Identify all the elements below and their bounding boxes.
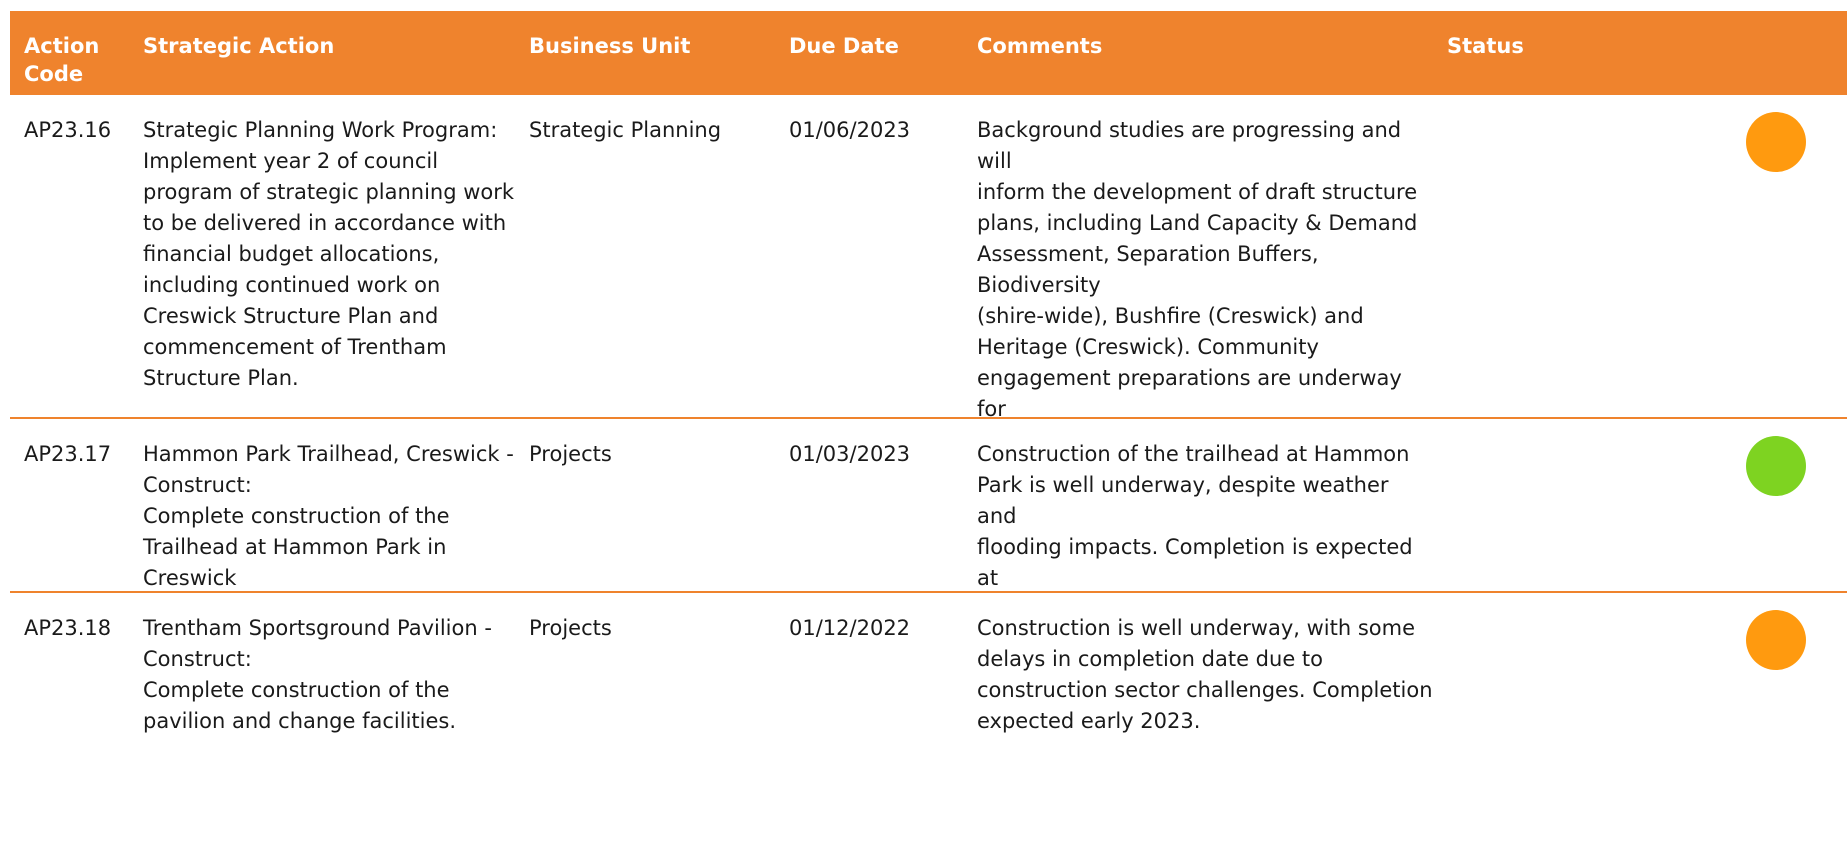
cell-comments: Construction of the trailhead at Hammon …	[977, 442, 1413, 590]
cell-due-date: 01/03/2023	[789, 442, 911, 466]
table-header: Action Code Strategic Action Business Un…	[10, 11, 1847, 95]
cell-action-code: AP23.16	[24, 118, 112, 142]
cell-action-code: AP23.18	[24, 616, 112, 640]
cell-strategic-action: Hammon Park Trailhead, Creswick - Constr…	[143, 442, 514, 590]
cell-comments: Construction is well underway, with some…	[977, 616, 1433, 733]
cell-strategic-action: Strategic Planning Work Program: Impleme…	[143, 118, 515, 390]
cell-due-date: 01/06/2023	[789, 118, 911, 142]
header-action-code: Action Code	[24, 34, 100, 86]
status-indicator-icon	[1746, 112, 1806, 172]
cell-business-unit: Projects	[529, 442, 612, 466]
status-indicator-icon	[1746, 610, 1806, 670]
cell-due-date: 01/12/2022	[789, 616, 911, 640]
header-strategic-action: Strategic Action	[143, 34, 335, 58]
table-row: AP23.18 Trentham Sportsground Pavilion -…	[10, 593, 1847, 863]
cell-comments: Background studies are progressing and w…	[977, 118, 1418, 417]
header-status: Status	[1447, 34, 1524, 58]
table-row: AP23.17 Hammon Park Trailhead, Creswick …	[10, 419, 1847, 593]
header-due-date: Due Date	[789, 34, 899, 58]
header-comments: Comments	[977, 34, 1103, 58]
cell-business-unit: Projects	[529, 616, 612, 640]
cell-action-code: AP23.17	[24, 442, 112, 466]
cell-strategic-action: Trentham Sportsground Pavilion - Constru…	[143, 616, 492, 733]
header-business-unit: Business Unit	[529, 34, 691, 58]
status-indicator-icon	[1746, 436, 1806, 496]
table-row: AP23.16 Strategic Planning Work Program:…	[10, 95, 1847, 419]
action-plan-table: Action Code Strategic Action Business Un…	[10, 11, 1847, 863]
cell-business-unit: Strategic Planning	[529, 118, 722, 142]
